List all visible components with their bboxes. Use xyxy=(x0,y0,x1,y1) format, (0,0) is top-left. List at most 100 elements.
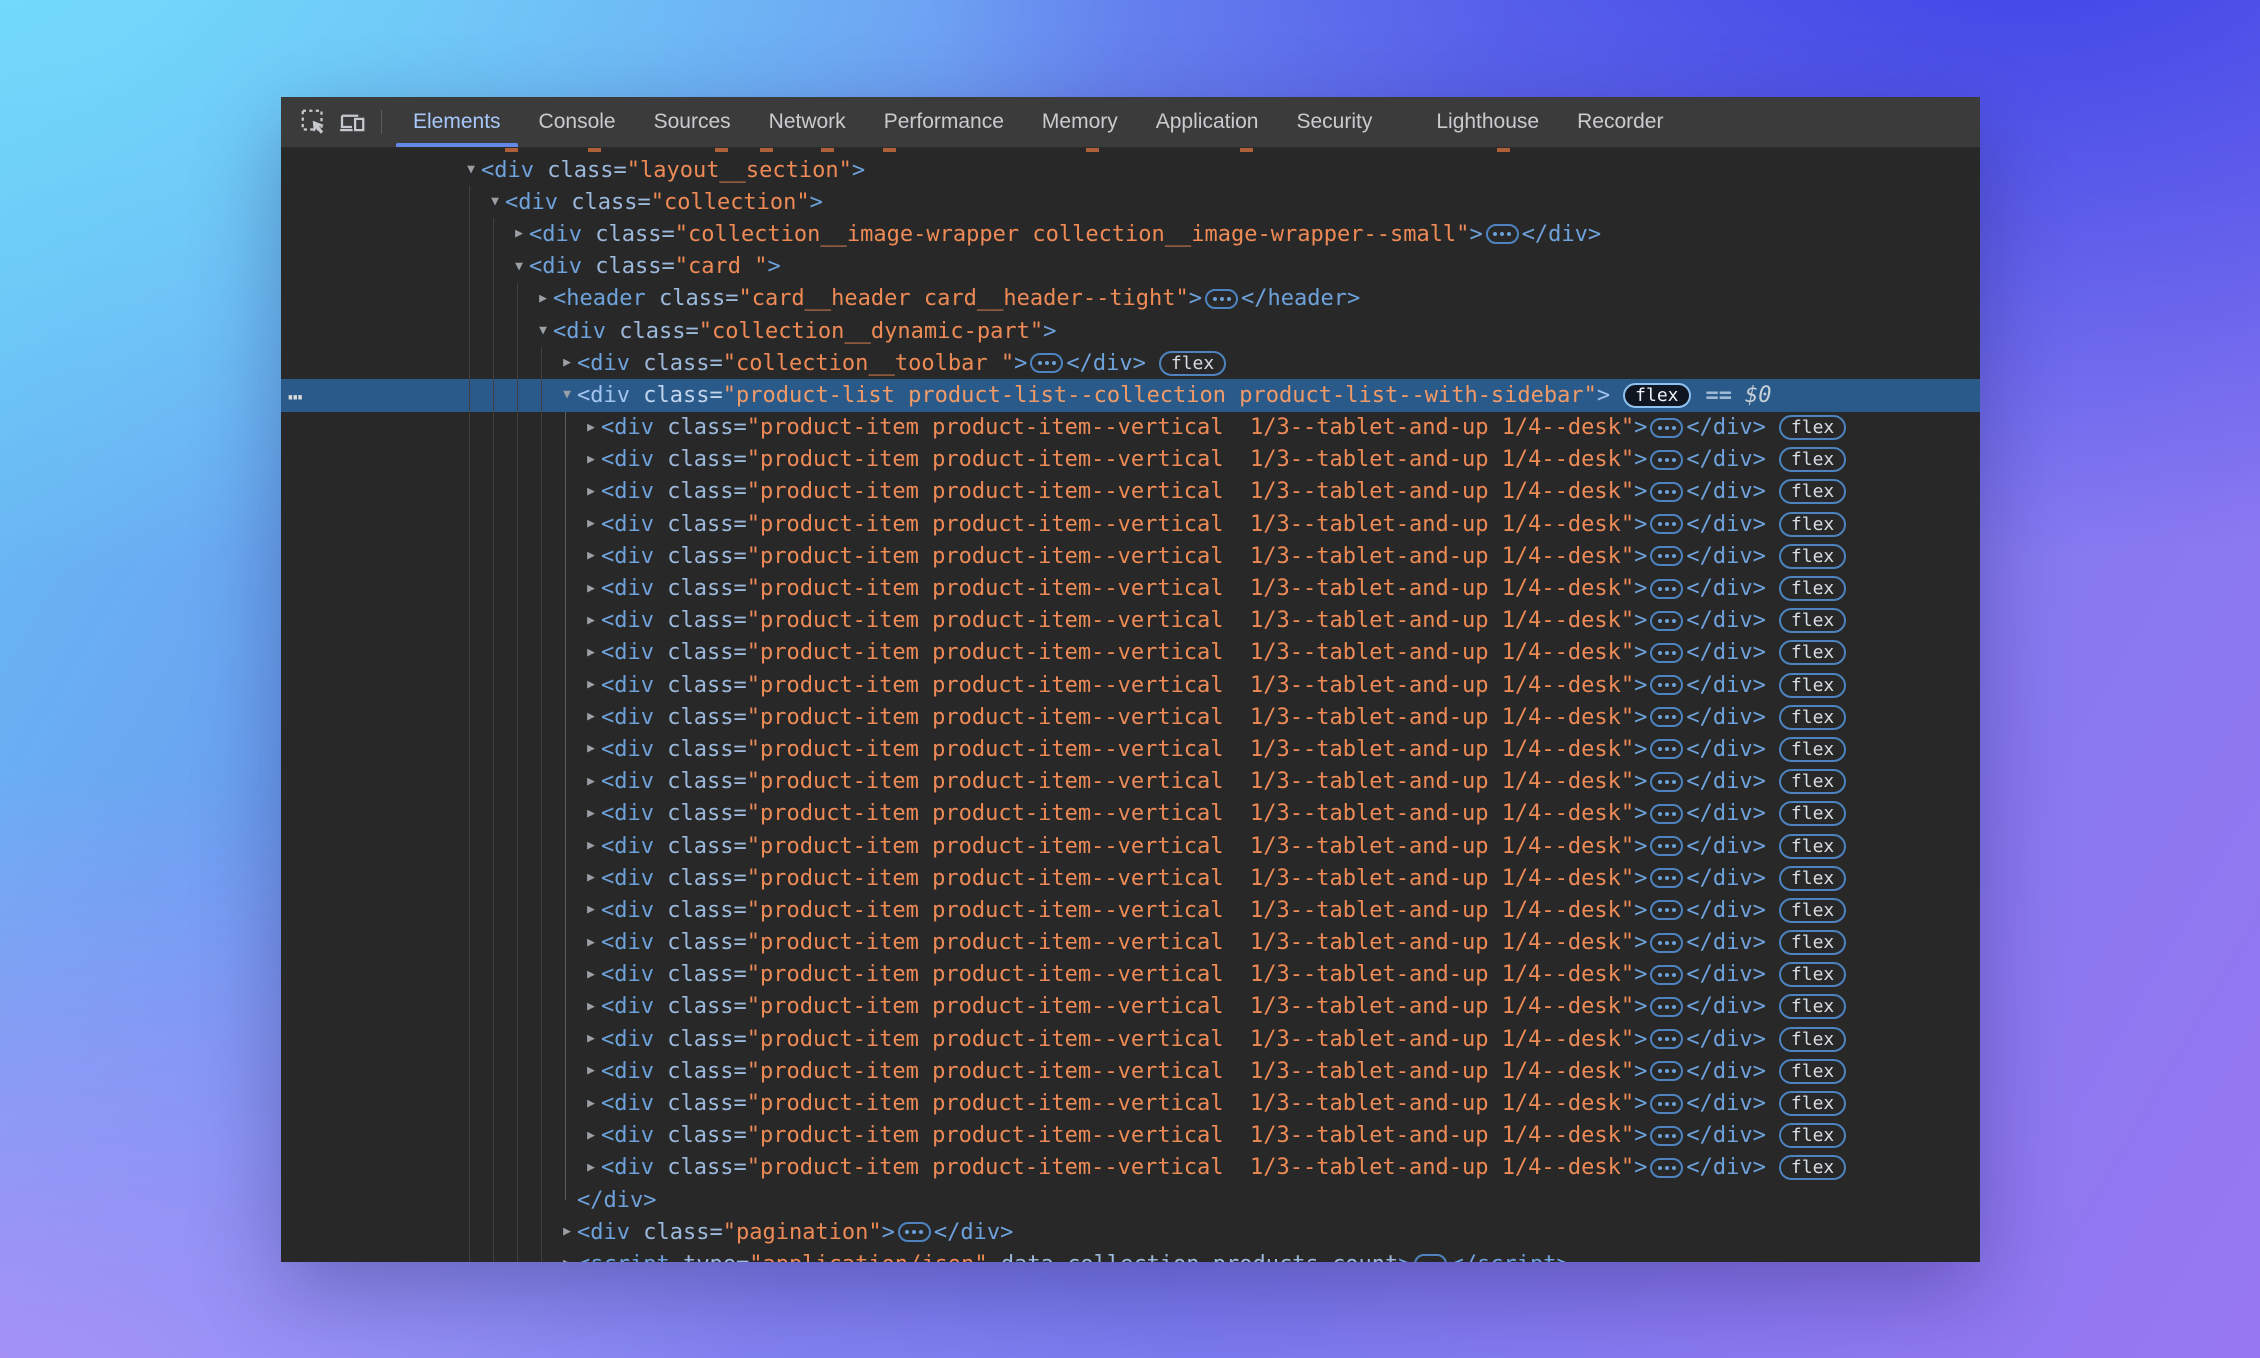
tree-row-product-item[interactable]: ▶<div class="product-item product-item--… xyxy=(281,927,1980,959)
flex-badge[interactable]: flex xyxy=(1779,608,1846,633)
expand-ellipsis-icon[interactable] xyxy=(1486,224,1519,244)
flex-badge[interactable]: flex xyxy=(1779,898,1846,923)
tree-row-product-item[interactable]: ▶<div class="product-item product-item--… xyxy=(281,412,1980,444)
flex-badge[interactable]: flex xyxy=(1623,383,1690,408)
collapse-arrow-icon[interactable]: ▼ xyxy=(462,162,480,177)
tab-application[interactable]: Application xyxy=(1137,97,1278,147)
expand-ellipsis-icon[interactable] xyxy=(1650,933,1683,953)
expand-arrow-icon[interactable]: ▶ xyxy=(558,355,576,370)
tree-row-collection-dynamic-part[interactable]: ▼<div class="collection__dynamic-part"> xyxy=(281,315,1980,347)
expand-ellipsis-icon[interactable] xyxy=(1650,514,1683,534)
expand-arrow-icon[interactable]: ▶ xyxy=(510,227,528,242)
flex-badge[interactable]: flex xyxy=(1779,447,1846,472)
device-toolbar-icon[interactable] xyxy=(333,97,371,147)
flex-badge[interactable]: flex xyxy=(1779,673,1846,698)
flex-badge[interactable]: flex xyxy=(1779,705,1846,730)
flex-badge[interactable]: flex xyxy=(1159,351,1226,376)
expand-ellipsis-icon[interactable] xyxy=(1650,1158,1683,1178)
expand-ellipsis-icon[interactable] xyxy=(1650,1029,1683,1049)
collapse-arrow-icon[interactable]: ▼ xyxy=(486,194,504,209)
flex-badge[interactable]: flex xyxy=(1779,1027,1846,1052)
tree-row-product-item[interactable]: ▶<div class="product-item product-item--… xyxy=(281,766,1980,798)
expand-ellipsis-icon[interactable] xyxy=(1650,675,1683,695)
expand-arrow-icon[interactable]: ▶ xyxy=(582,967,600,982)
tree-row-collection-image-wrapper[interactable]: ▶<div class="collection__image-wrapper c… xyxy=(281,218,1980,250)
expand-ellipsis-icon[interactable] xyxy=(1650,1061,1683,1081)
expand-arrow-icon[interactable]: ▶ xyxy=(582,484,600,499)
tree-row-collection[interactable]: ▼<div class="collection"> xyxy=(281,186,1980,218)
expand-arrow-icon[interactable]: ▶ xyxy=(582,1064,600,1079)
tree-row-product-item[interactable]: ▶<div class="product-item product-item--… xyxy=(281,830,1980,862)
expand-ellipsis-icon[interactable] xyxy=(1650,900,1683,920)
expand-arrow-icon[interactable]: ▶ xyxy=(582,1128,600,1143)
tree-row-card-header[interactable]: ▶<header class="card__header card__heade… xyxy=(281,283,1980,315)
expand-ellipsis-icon[interactable] xyxy=(1650,1126,1683,1146)
flex-badge[interactable]: flex xyxy=(1779,544,1846,569)
tree-row-product-item[interactable]: ▶<div class="product-item product-item--… xyxy=(281,1152,1980,1184)
tree-row-product-item[interactable]: ▶<div class="product-item product-item--… xyxy=(281,894,1980,926)
tree-row-product-item[interactable]: ▶<div class="product-item product-item--… xyxy=(281,1120,1980,1152)
expand-ellipsis-icon[interactable] xyxy=(1650,804,1683,824)
flex-badge[interactable]: flex xyxy=(1779,1155,1846,1180)
tree-row-layout-section[interactable]: ▼<div class="layout__section"> xyxy=(281,154,1980,186)
tree-row-product-item[interactable]: ▶<div class="product-item product-item--… xyxy=(281,1087,1980,1119)
expand-arrow-icon[interactable]: ▶ xyxy=(582,549,600,564)
flex-badge[interactable]: flex xyxy=(1779,962,1846,987)
expand-arrow-icon[interactable]: ▶ xyxy=(582,581,600,596)
expand-ellipsis-icon[interactable] xyxy=(1205,289,1238,309)
expand-ellipsis-icon[interactable] xyxy=(1650,611,1683,631)
expand-arrow-icon[interactable]: ▶ xyxy=(582,516,600,531)
expand-ellipsis-icon[interactable] xyxy=(1650,450,1683,470)
expand-arrow-icon[interactable]: ▶ xyxy=(582,420,600,435)
expand-ellipsis-icon[interactable] xyxy=(1650,739,1683,759)
expand-arrow-icon[interactable]: ▶ xyxy=(582,806,600,821)
expand-arrow-icon[interactable]: ▶ xyxy=(582,935,600,950)
tree-row-product-item[interactable]: ▶<div class="product-item product-item--… xyxy=(281,605,1980,637)
expand-ellipsis-icon[interactable] xyxy=(1650,997,1683,1017)
tree-row-product-item[interactable]: ▶<div class="product-item product-item--… xyxy=(281,444,1980,476)
expand-arrow-icon[interactable]: ▶ xyxy=(582,742,600,757)
tree-row-product-item[interactable]: ▶<div class="product-item product-item--… xyxy=(281,959,1980,991)
expand-arrow-icon[interactable]: ▶ xyxy=(582,774,600,789)
tree-row-product-item[interactable]: ▶<div class="product-item product-item--… xyxy=(281,572,1980,604)
tree-row-product-item[interactable]: ▶<div class="product-item product-item--… xyxy=(281,991,1980,1023)
tree-row-product-item[interactable]: ▶<div class="product-item product-item--… xyxy=(281,1023,1980,1055)
expand-arrow-icon[interactable]: ▶ xyxy=(582,677,600,692)
flex-badge[interactable]: flex xyxy=(1779,479,1846,504)
collapse-arrow-icon[interactable]: ▼ xyxy=(510,259,528,274)
flex-badge[interactable]: flex xyxy=(1779,801,1846,826)
tree-row-products-count-script[interactable]: ▶<script type="application/json" data-co… xyxy=(281,1248,1980,1262)
expand-ellipsis-icon[interactable] xyxy=(1650,836,1683,856)
expand-arrow-icon[interactable]: ▶ xyxy=(582,1031,600,1046)
flex-badge[interactable]: flex xyxy=(1779,866,1846,891)
tab-performance[interactable]: Performance xyxy=(865,97,1023,147)
expand-arrow-icon[interactable]: ▶ xyxy=(582,452,600,467)
expand-ellipsis-icon[interactable] xyxy=(1650,1094,1683,1114)
expand-arrow-icon[interactable]: ▶ xyxy=(582,999,600,1014)
expand-ellipsis-icon[interactable] xyxy=(1650,418,1683,438)
tree-row-pagination[interactable]: ▶<div class="pagination"></div> xyxy=(281,1216,1980,1248)
flex-badge[interactable]: flex xyxy=(1779,1123,1846,1148)
tree-row-card[interactable]: ▼<div class="card "> xyxy=(281,251,1980,283)
tree-row-product-item[interactable]: ▶<div class="product-item product-item--… xyxy=(281,637,1980,669)
tree-row-product-item[interactable]: ▶<div class="product-item product-item--… xyxy=(281,1055,1980,1087)
collapse-arrow-icon[interactable]: ▼ xyxy=(558,388,576,403)
expand-arrow-icon[interactable]: ▶ xyxy=(582,1160,600,1175)
flex-badge[interactable]: flex xyxy=(1779,640,1846,665)
expand-ellipsis-icon[interactable] xyxy=(898,1222,931,1242)
tree-row-product-item[interactable]: ▶<div class="product-item product-item--… xyxy=(281,476,1980,508)
tree-row-product-item[interactable]: ▶<div class="product-item product-item--… xyxy=(281,701,1980,733)
expand-ellipsis-icon[interactable] xyxy=(1030,353,1063,373)
tree-row-product-item[interactable]: ▶<div class="product-item product-item--… xyxy=(281,669,1980,701)
expand-arrow-icon[interactable]: ▶ xyxy=(582,1096,600,1111)
tab-network[interactable]: Network xyxy=(750,97,865,147)
tab-sources[interactable]: Sources xyxy=(635,97,750,147)
expand-ellipsis-icon[interactable] xyxy=(1650,643,1683,663)
flex-badge[interactable]: flex xyxy=(1779,415,1846,440)
tab-memory[interactable]: Memory xyxy=(1023,97,1137,147)
tree-row-product-item[interactable]: ▶<div class="product-item product-item--… xyxy=(281,508,1980,540)
flex-badge[interactable]: flex xyxy=(1779,512,1846,537)
flex-badge[interactable]: flex xyxy=(1779,930,1846,955)
expand-ellipsis-icon[interactable] xyxy=(1650,579,1683,599)
flex-badge[interactable]: flex xyxy=(1779,737,1846,762)
